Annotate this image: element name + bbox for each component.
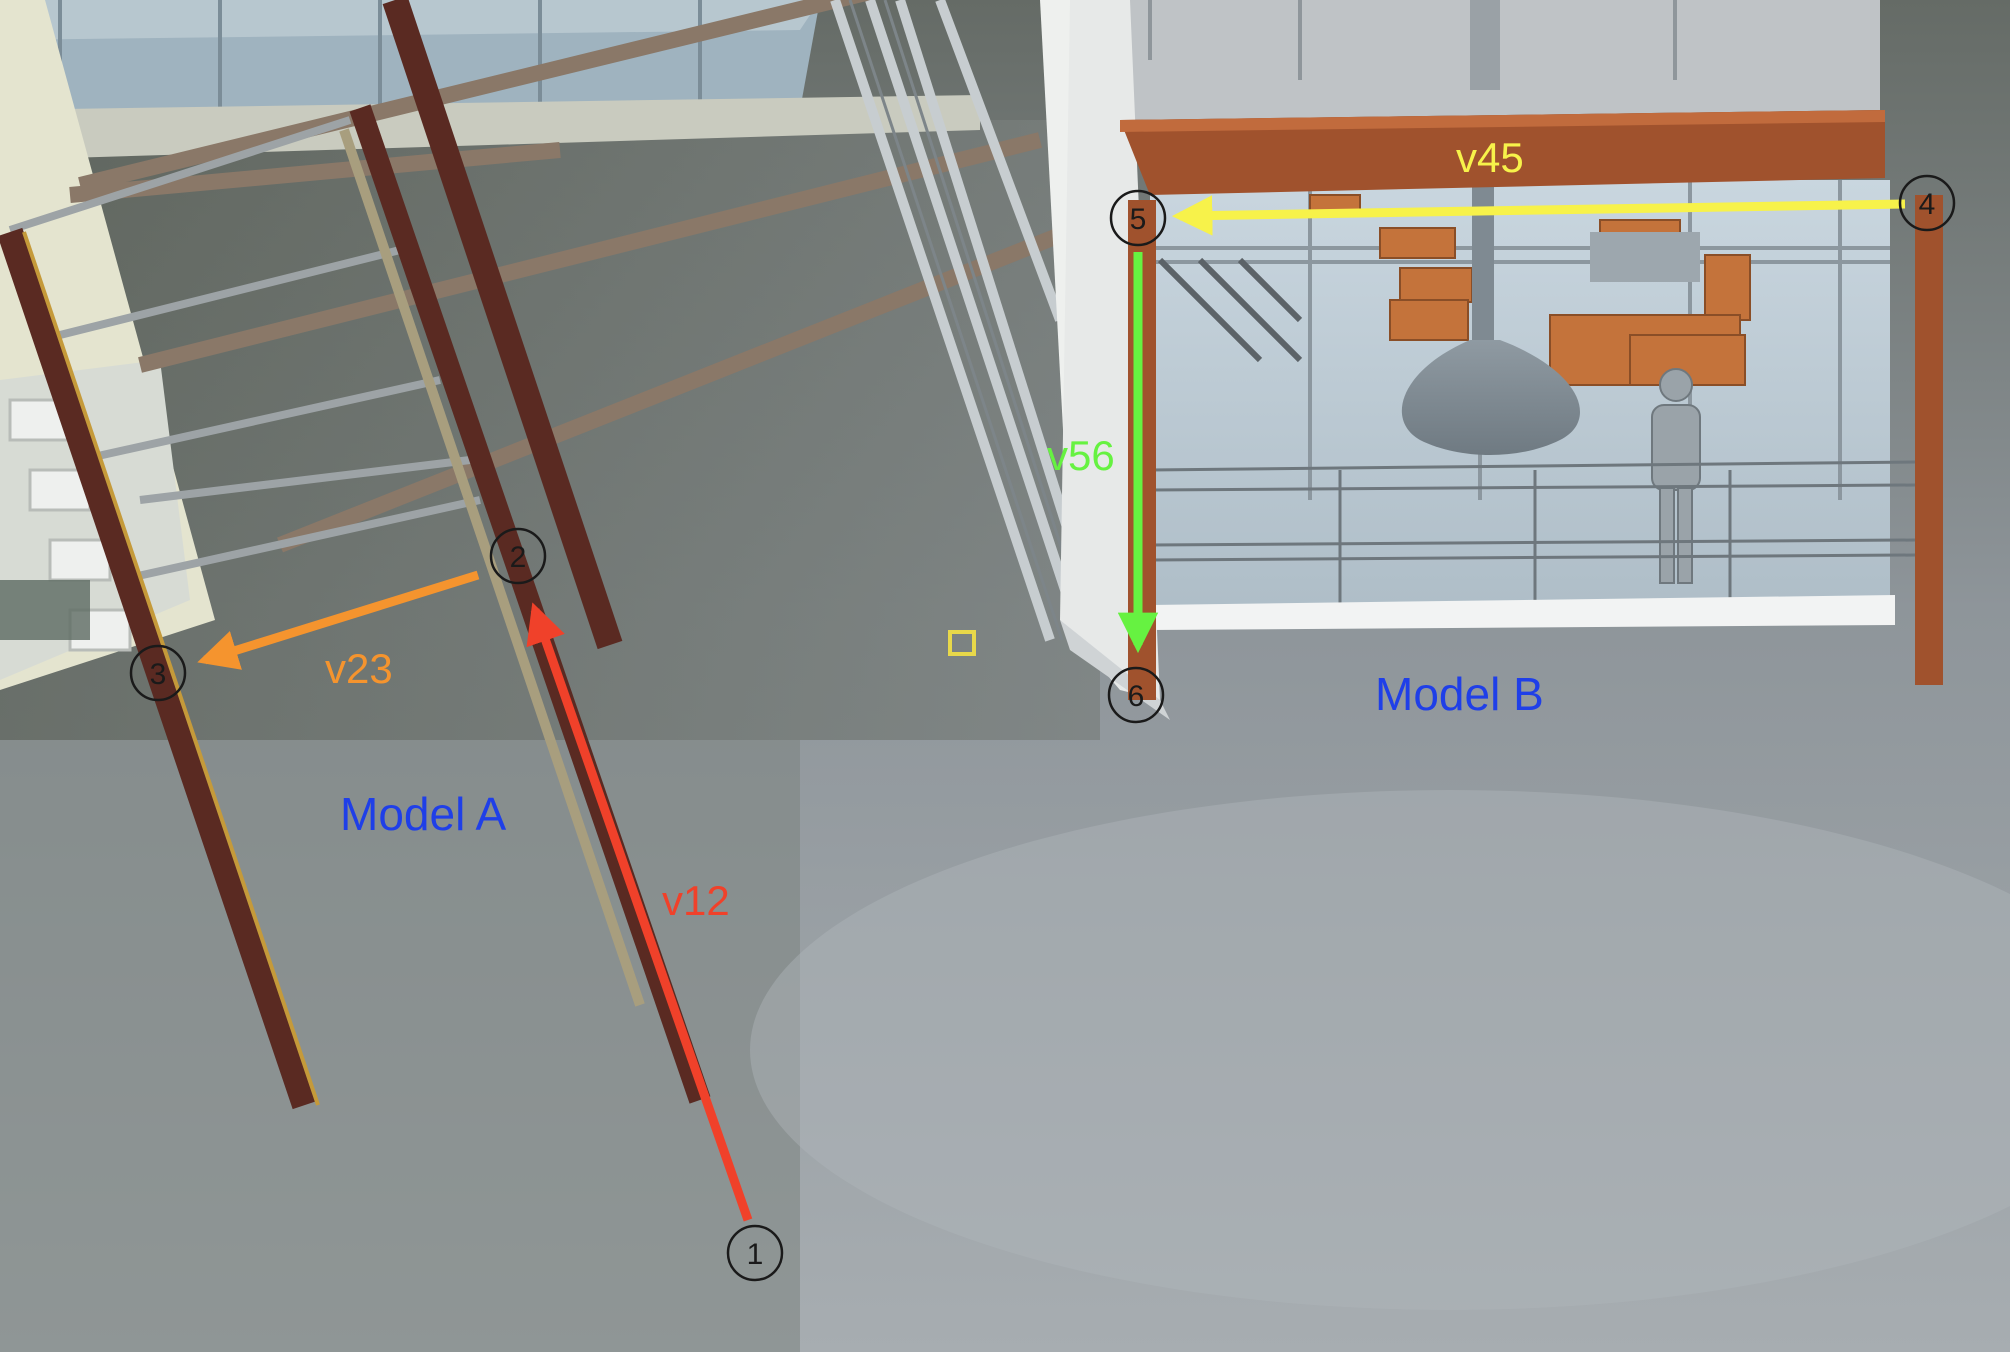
point-1-label: 1: [747, 1238, 764, 1271]
vector-v12-label: v12: [662, 877, 730, 924]
point-3-label: 3: [150, 658, 167, 691]
model-b-label: Model B: [1375, 668, 1544, 720]
point-4-label: 4: [1919, 188, 1936, 221]
vector-v56-label: v56: [1047, 432, 1115, 479]
model-b-geometry: [1060, 0, 1943, 720]
vector-v45-label: v45: [1456, 134, 1524, 181]
scene-canvas: v12 v23 v45 v56 1 2 3 4 5 6 Model A Mode…: [0, 0, 2010, 1352]
model-a-label: Model A: [340, 788, 507, 840]
point-5-label: 5: [1130, 203, 1147, 236]
point-2-label: 2: [510, 541, 527, 574]
vector-v23-label: v23: [325, 645, 393, 692]
point-6-label: 6: [1128, 680, 1145, 713]
